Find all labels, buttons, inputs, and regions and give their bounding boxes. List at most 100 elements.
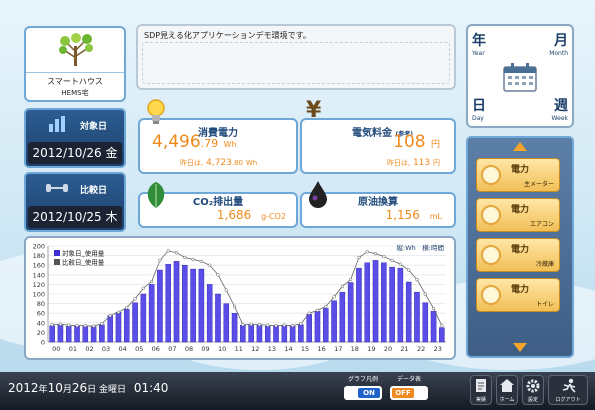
y-tick-label: 200 (33, 243, 45, 251)
usage-chart: 0 20 4060 80100 120 140160 180200 00 01 02 03 04 05 0… (33, 243, 446, 353)
gear-icon (526, 379, 540, 393)
bar-target (231, 312, 238, 343)
x-tick-label: 01 (69, 345, 77, 353)
period-month-label: 月 (554, 33, 568, 49)
bar-target (173, 261, 180, 343)
period-week-button[interactable]: 週 Week (552, 95, 568, 122)
bar-target (57, 324, 64, 343)
device-item[interactable]: 電力 主メーター (476, 158, 560, 192)
compare-point (266, 323, 270, 327)
bar-target (414, 291, 420, 343)
scroll-down-icon[interactable] (513, 343, 527, 352)
logout-button[interactable]: ログアウト (548, 375, 588, 405)
compare-day-panel[interactable]: 比較日 2012/10/25 木 (24, 172, 126, 232)
footer-bar: 2012年10月26日 金曜日 01:40 グラフ凡例 ON データ表 OFF … (0, 372, 595, 410)
bar-target (206, 284, 213, 343)
bar-target (157, 269, 163, 343)
device-label: 電力 (511, 285, 530, 295)
bar-target (323, 308, 329, 343)
bar-target (124, 309, 130, 343)
settings-button[interactable]: 設定 (522, 375, 544, 405)
x-tick-label: 19 (367, 345, 375, 353)
device-item[interactable]: 電力 エアコン (476, 198, 560, 232)
bulb-icon (481, 285, 501, 305)
period-year-button[interactable]: 年 Year (472, 30, 486, 57)
cost-unit: 円 (430, 140, 440, 150)
footer-year: 2012 (8, 381, 39, 395)
compare-point (208, 263, 212, 267)
period-year-label: 年 (472, 33, 486, 49)
oil-drop-icon (309, 181, 327, 208)
graph-legend-state: ON (358, 388, 380, 398)
device-item[interactable]: 電力 冷蔵庫 (476, 238, 560, 272)
data-table-label: データ表 (396, 376, 421, 383)
bar-target (347, 282, 354, 343)
settings-label: 設定 (527, 397, 538, 403)
x-tick-label: 04 (118, 345, 126, 353)
y-tick-label: 100 (33, 291, 45, 299)
bar-target (256, 324, 263, 343)
bar-target (306, 313, 312, 343)
target-day-date[interactable]: 2012/10/26 金 (28, 142, 122, 164)
x-tick-label: 05 (135, 345, 143, 353)
compare-point (407, 268, 411, 272)
device-sub: エアコン (529, 221, 554, 228)
power-value-dec: .79 (200, 137, 219, 150)
house-sub: HEMS宅 (61, 89, 89, 97)
bar-target (372, 260, 379, 343)
compare-day-date[interactable]: 2012/10/25 木 (28, 206, 122, 228)
x-tick-label: 22 (417, 345, 425, 353)
home-button[interactable]: ホーム (496, 375, 518, 405)
chart-unit-note: 縦:Wh 横:時間 (397, 243, 444, 252)
target-day-panel[interactable]: 対象日 2012/10/26 金 (24, 108, 126, 168)
power-prev-int: 4,723 (206, 158, 232, 168)
power-prev-unit: Wh (245, 159, 258, 167)
document-icon (476, 379, 486, 392)
compare-point (290, 324, 295, 328)
compare-point (299, 322, 303, 326)
period-week-label: 週 (554, 98, 568, 114)
compare-point (116, 310, 121, 314)
footer-month-label: 月 (62, 385, 72, 395)
x-tick-label: 07 (168, 345, 176, 353)
period-month-button[interactable]: 月 Month (549, 30, 568, 57)
compare-point (340, 284, 345, 288)
bar-target (148, 284, 155, 343)
compare-point (431, 306, 436, 311)
home-icon (500, 379, 514, 392)
power-unit: Wh (223, 140, 237, 149)
compare-point (282, 323, 286, 327)
footer-time: 01:40 (133, 381, 169, 395)
y-tick-label: 20 (37, 329, 45, 337)
co2-value-num: 1,686 (216, 208, 252, 222)
x-tick-label: 23 (434, 345, 442, 353)
compare-point (191, 257, 195, 262)
cost-panel: 電気料金 (参考) 108 円 昨日は, 113 円 (300, 118, 456, 174)
oil-unit: mL (429, 212, 442, 221)
x-tick-label: 14 (284, 345, 292, 353)
period-day-en: Day (472, 115, 484, 122)
device-item[interactable]: 電力 トイレ (476, 278, 560, 312)
compare-point (307, 311, 311, 315)
data-table-toggle[interactable]: データ表 OFF (390, 374, 428, 400)
compare-point (241, 323, 245, 327)
y-tick-label: 60 (37, 310, 45, 318)
compare-point (83, 324, 87, 328)
x-tick-label: 17 (334, 345, 342, 353)
bar-target (289, 325, 296, 343)
compare-point (274, 324, 278, 328)
compare-point (133, 297, 137, 301)
results-button[interactable]: 実績 (470, 375, 492, 405)
period-day-button[interactable]: 日 Day (472, 95, 486, 122)
x-tick-label: 06 (152, 345, 160, 353)
device-list-panel: 電力 主メーター 電力 エアコン 電力 冷蔵庫 電力 トイレ (466, 136, 574, 358)
compare-point (108, 313, 112, 318)
graph-legend-toggle[interactable]: グラフ凡例 ON (344, 374, 382, 400)
scroll-up-icon[interactable] (513, 142, 527, 151)
y-tick-label: 160 (33, 262, 45, 270)
x-tick-label: 11 (235, 345, 243, 353)
tree-logo-icon (59, 33, 93, 66)
house-card: スマートハウス HEMS宅 (24, 26, 126, 102)
bar-chart-icon (49, 116, 65, 132)
compare-point (365, 250, 369, 254)
